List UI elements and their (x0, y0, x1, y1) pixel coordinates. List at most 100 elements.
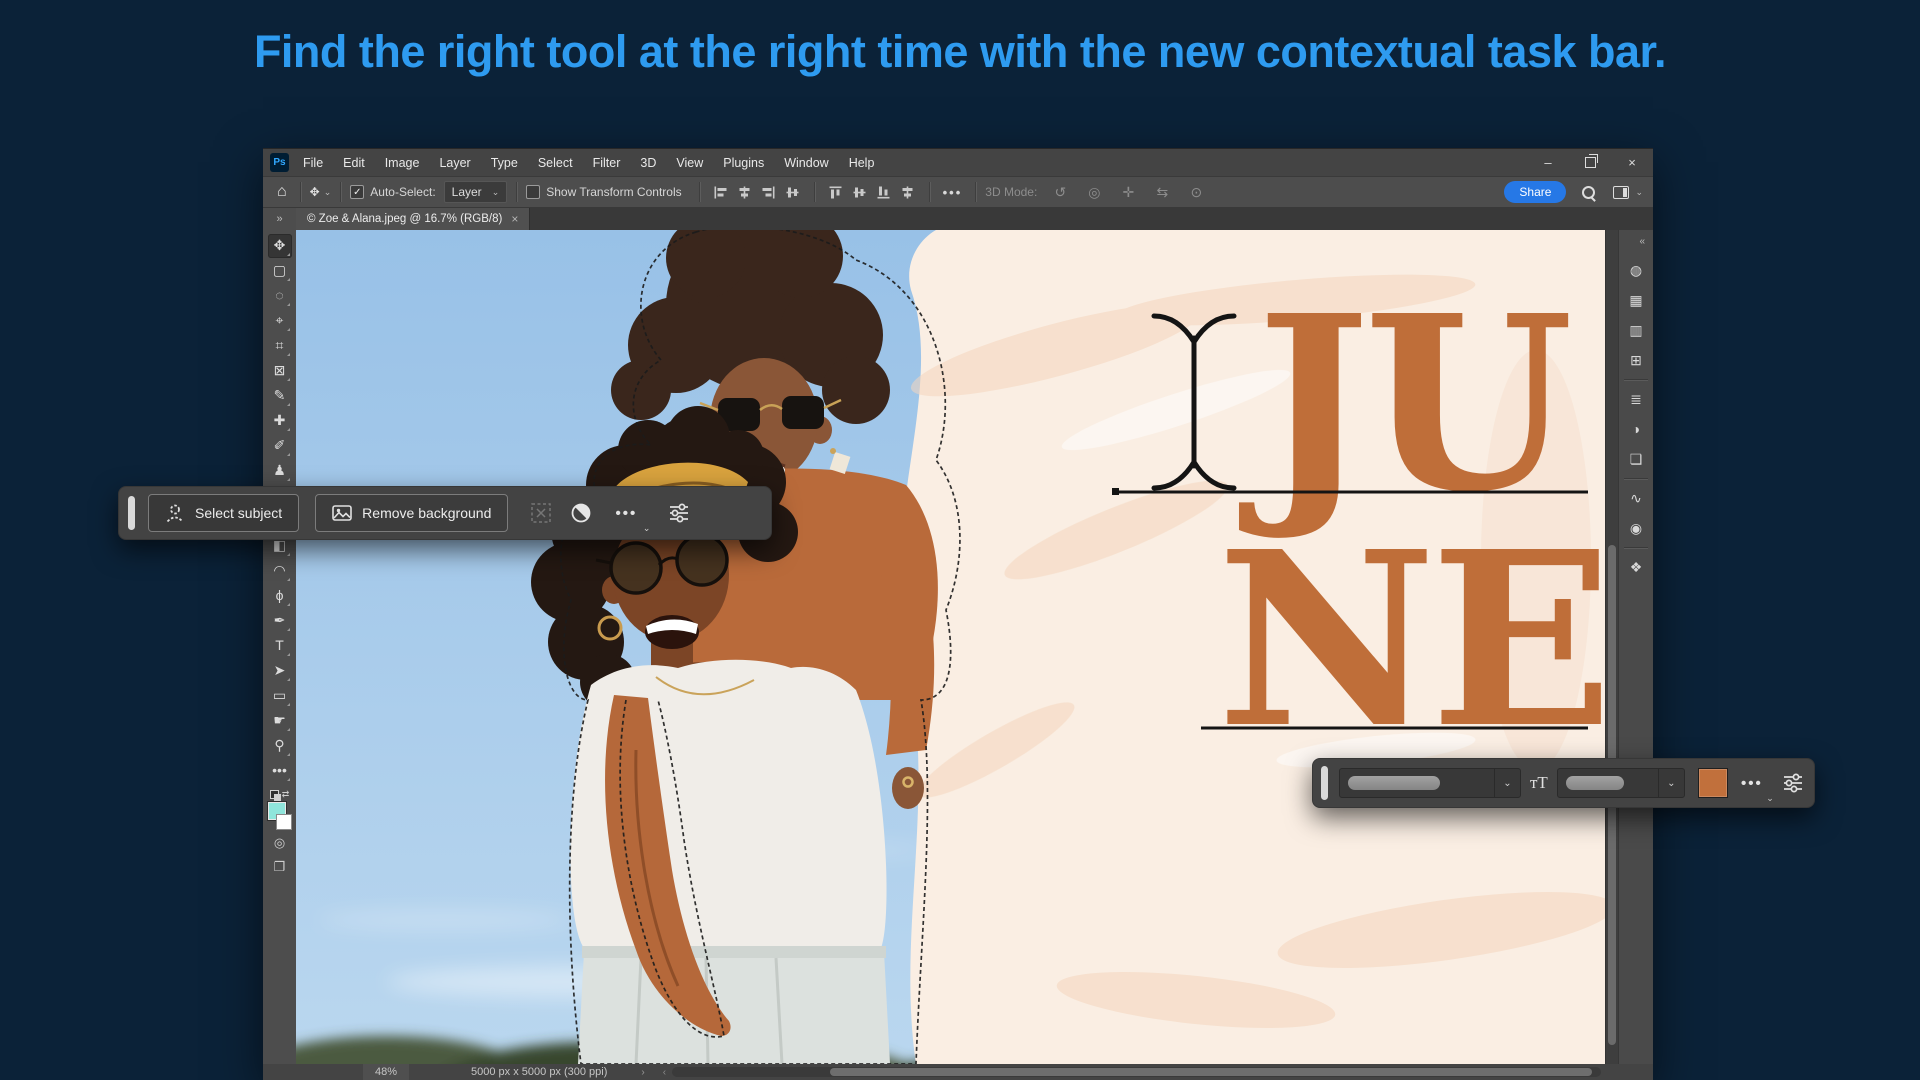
more-task-options-button[interactable]: ••• ⌄ (608, 496, 644, 530)
search-icon[interactable] (1582, 186, 1595, 199)
transform-image-icon[interactable] (524, 496, 558, 530)
hand-tool[interactable]: ☛ (268, 709, 292, 733)
share-button[interactable]: Share (1504, 181, 1566, 203)
status-expander-icon[interactable]: › (641, 1067, 644, 1078)
type-tool[interactable]: T (268, 634, 292, 658)
document-canvas[interactable]: JU NE (296, 230, 1605, 1064)
horizontal-scrollbar[interactable] (672, 1067, 1601, 1077)
restore-icon (1585, 157, 1596, 168)
color-grading-panel-icon[interactable]: ◉ (1625, 517, 1647, 539)
zoom-tool[interactable]: ⚲ (268, 734, 292, 758)
menu-item-3d[interactable]: 3D (640, 156, 656, 170)
spot-healing-brush-tool[interactable]: ✚ (268, 409, 292, 433)
font-size-dropdown[interactable]: ⌄ (1557, 768, 1685, 798)
clone-stamp-tool[interactable]: ♟ (268, 459, 292, 483)
eyedropper-tool[interactable]: ✎ (268, 384, 292, 408)
path-selection-tool[interactable]: ➤ (268, 659, 292, 683)
edit-toolbar[interactable]: ••• (268, 759, 292, 783)
workspace-switcher-icon[interactable] (1613, 186, 1629, 199)
taskbar-drag-handle[interactable] (1321, 766, 1328, 800)
more-type-options-button[interactable]: ••• ⌄ (1736, 766, 1768, 800)
quick-mask-button[interactable]: ◎ (268, 832, 292, 854)
orbit-3d-camera-icon[interactable]: ↺ (1049, 181, 1071, 203)
properties-panel-icon[interactable]: ≣ (1625, 388, 1647, 410)
auto-select-checkbox[interactable]: ✓ (350, 185, 364, 199)
restore-button[interactable] (1569, 149, 1611, 176)
adjustments-icon[interactable] (564, 496, 598, 530)
tab-close-icon[interactable]: × (511, 212, 518, 226)
brush-tool[interactable]: ✐ (268, 434, 292, 458)
document-tab[interactable]: © Zoe & Alana.jpeg @ 16.7% (RGB/8) × (296, 208, 530, 230)
tool-preset-picker[interactable]: ✥ ⌄ (310, 185, 332, 199)
object-selection-tool[interactable]: ⌖ (268, 309, 292, 333)
adjustments-panel-icon[interactable]: ◑ (1625, 418, 1647, 440)
remove-background-button[interactable]: Remove background (315, 494, 508, 532)
taskbar-properties-icon[interactable] (662, 496, 696, 530)
font-family-dropdown[interactable]: ⌄ (1339, 768, 1521, 798)
close-button[interactable]: × (1611, 149, 1653, 176)
expand-panels-button[interactable]: « (1619, 230, 1653, 251)
align-vertical-centers-icon[interactable] (848, 181, 872, 203)
divider (929, 182, 930, 202)
swap-colors-icon[interactable]: ⇄ (282, 789, 290, 800)
slide-3d-camera-icon[interactable]: ⇆ (1151, 181, 1173, 203)
distribute-vertical-centers-icon[interactable] (896, 181, 920, 203)
select-subject-button[interactable]: Select subject (148, 494, 299, 532)
gradients-panel-icon[interactable]: ▥ (1625, 319, 1647, 341)
default-colors-icon[interactable] (270, 790, 279, 799)
patterns-panel-icon[interactable]: ⊞ (1625, 349, 1647, 371)
menu-item-filter[interactable]: Filter (593, 156, 621, 170)
align-left-edges-icon[interactable] (709, 181, 733, 203)
dodge-tool[interactable]: ϕ (268, 584, 292, 608)
lasso-tool[interactable]: ◌ (268, 284, 292, 308)
minimize-button[interactable]: – (1527, 149, 1569, 176)
canvas-area[interactable]: JU NE (296, 230, 1605, 1064)
crop-tool[interactable]: ⌗ (268, 334, 292, 358)
align-top-edges-icon[interactable] (824, 181, 848, 203)
frame-tool[interactable]: ⊠ (268, 359, 292, 383)
libraries-panel-icon[interactable]: ❏ (1625, 448, 1647, 470)
scroll-left-arrow-icon[interactable]: ‹ (663, 1067, 666, 1078)
pen-tool[interactable]: ✒ (268, 609, 292, 633)
align-bottom-edges-icon[interactable] (872, 181, 896, 203)
auto-select-target-value: Layer (452, 185, 482, 199)
show-transform-checkbox[interactable] (526, 185, 540, 199)
screen-mode-button[interactable]: ❐ (268, 856, 292, 878)
menu-item-select[interactable]: Select (538, 156, 573, 170)
align-horizontal-centers-icon[interactable] (733, 181, 757, 203)
align-right-edges-icon[interactable] (757, 181, 781, 203)
paths-panel-icon[interactable]: ∿ (1625, 487, 1647, 509)
menu-item-window[interactable]: Window (784, 156, 828, 170)
zoom-3d-camera-icon[interactable]: ⊙ (1185, 181, 1207, 203)
rectangle-tool[interactable]: ▭ (268, 684, 292, 708)
menu-item-edit[interactable]: Edit (343, 156, 365, 170)
menu-item-plugins[interactable]: Plugins (723, 156, 764, 170)
menu-item-help[interactable]: Help (849, 156, 875, 170)
home-icon[interactable]: ⌂ (277, 183, 287, 201)
color-panel-icon[interactable]: ◍ (1625, 259, 1647, 281)
horizontal-scrollbar-thumb[interactable] (830, 1068, 1592, 1076)
roll-3d-camera-icon[interactable]: ◎ (1083, 181, 1105, 203)
zoom-level-field[interactable]: 48% (363, 1064, 409, 1080)
menu-item-image[interactable]: Image (385, 156, 420, 170)
layers-panel-icon[interactable]: ❖ (1625, 556, 1647, 578)
more-align-options-icon[interactable]: ••• (943, 185, 963, 200)
vertical-scrollbar[interactable] (1605, 230, 1618, 1064)
menu-item-file[interactable]: File (303, 156, 323, 170)
menu-item-type[interactable]: Type (491, 156, 518, 170)
toolbar-collapse-button[interactable]: » (263, 208, 296, 230)
distribute-horizontal-centers-icon[interactable] (781, 181, 805, 203)
menu-item-view[interactable]: View (676, 156, 703, 170)
menu-item-layer[interactable]: Layer (439, 156, 470, 170)
background-color-swatch[interactable] (276, 814, 292, 830)
auto-select-target-dropdown[interactable]: Layer ⌄ (444, 181, 508, 203)
move-tool[interactable]: ✥ (268, 234, 292, 258)
rectangular-marquee-tool[interactable]: ▢ (268, 259, 292, 283)
chevron-down-icon[interactable]: ⌄ (1635, 187, 1643, 198)
swatches-panel-icon[interactable]: ▦ (1625, 289, 1647, 311)
text-color-swatch[interactable] (1698, 768, 1728, 798)
type-properties-icon[interactable] (1776, 766, 1810, 800)
pan-3d-camera-icon[interactable]: ✛ (1117, 181, 1139, 203)
blur-tool[interactable]: ◠ (268, 559, 292, 583)
taskbar-drag-handle[interactable] (128, 496, 135, 530)
